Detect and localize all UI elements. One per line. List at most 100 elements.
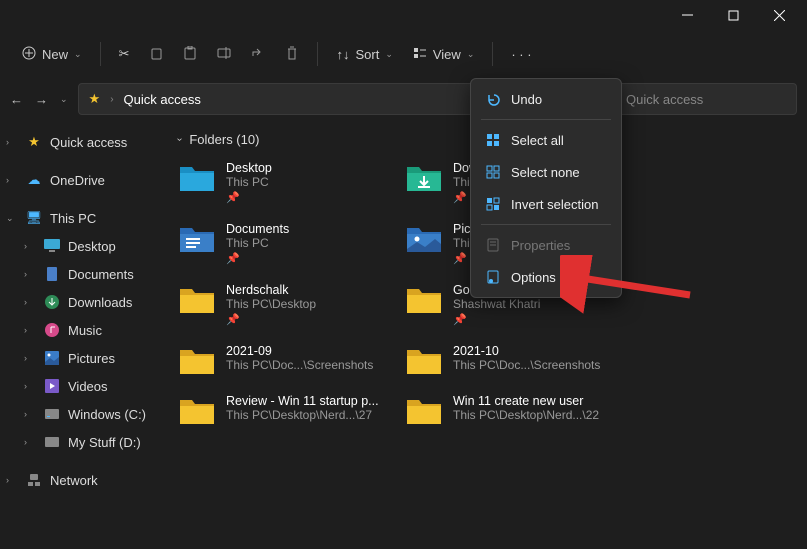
title-bar (0, 0, 807, 30)
pc-icon: 🖥 (26, 210, 42, 226)
sidebar-item-pictures[interactable]: › Pictures (0, 344, 160, 372)
sidebar-item-this-pc[interactable]: ⌄ 🖥 This PC (0, 204, 160, 232)
folder-text: Nerdschalk This PC\Desktop 📌 (226, 283, 316, 326)
paste-button[interactable] (175, 40, 205, 69)
separator (492, 42, 493, 66)
download-icon (44, 294, 60, 310)
chevron-down-icon: ⌄ (6, 213, 18, 224)
folder-item[interactable]: Review - Win 11 startup p... This PC\Des… (178, 394, 403, 426)
ctx-options[interactable]: Options (475, 261, 617, 293)
new-button[interactable]: New ⌄ (14, 40, 90, 69)
recent-dropdown[interactable]: ⌄ (60, 94, 68, 105)
folder-name: Documents (226, 222, 289, 236)
chevron-right-icon: › (24, 297, 36, 307)
more-button[interactable]: · · · (503, 41, 539, 68)
chevron-right-icon: › (24, 381, 36, 391)
folder-path: This PC\Desktop\Nerd...\22 (453, 408, 599, 422)
back-button[interactable]: ← (10, 92, 23, 107)
sidebar-item-videos[interactable]: › Videos (0, 372, 160, 400)
view-icon (413, 46, 427, 63)
nav-arrows: ← → ⌄ (10, 92, 68, 107)
pin-icon: 📌 (226, 313, 316, 326)
search-box[interactable]: Quick access (615, 83, 797, 115)
share-button[interactable] (243, 40, 273, 69)
options-icon (485, 269, 501, 285)
pin-icon: 📌 (453, 313, 540, 326)
sidebar-label: Pictures (68, 351, 115, 366)
folder-path: This PC\Doc...\Screenshots (226, 358, 373, 372)
folder-item[interactable]: Win 11 create new user This PC\Desktop\N… (405, 394, 630, 426)
cloud-icon: ☁ (26, 172, 42, 188)
folder-icon (178, 346, 216, 376)
ctx-select-all[interactable]: Select all (475, 124, 617, 156)
folder-path: Shashwat Khatri (453, 297, 540, 311)
folder-item[interactable]: Nerdschalk This PC\Desktop 📌 (178, 283, 403, 326)
close-button[interactable] (765, 1, 793, 29)
folder-icon (405, 224, 443, 254)
chevron-right-icon: › (24, 437, 36, 447)
sidebar-label: Music (68, 323, 102, 338)
sidebar-item-music[interactable]: › Music (0, 316, 160, 344)
share-icon (251, 46, 265, 63)
sidebar-label: Windows (C:) (68, 407, 146, 422)
folder-text: Documents This PC 📌 (226, 222, 289, 265)
sidebar-item-onedrive[interactable]: › ☁ OneDrive (0, 166, 160, 194)
folder-name: Win 11 create new user (453, 394, 599, 408)
star-icon: ★ (89, 91, 101, 107)
ctx-label: Select none (511, 165, 580, 180)
network-icon (26, 472, 42, 488)
folder-icon (178, 163, 216, 193)
sort-label: Sort (355, 47, 379, 62)
separator (317, 42, 318, 66)
folder-item[interactable]: Desktop This PC 📌 (178, 161, 403, 204)
picture-icon (44, 350, 60, 366)
chevron-down-icon: ⌄ (467, 49, 475, 60)
cut-icon: ✂ (119, 46, 130, 62)
view-button[interactable]: View ⌄ (405, 40, 483, 69)
sidebar-item-quick-access[interactable]: › ★ Quick access (0, 128, 160, 156)
maximize-button[interactable] (719, 1, 747, 29)
drive-icon (44, 434, 60, 450)
sidebar-item-network[interactable]: › Network (0, 466, 160, 494)
delete-button[interactable] (277, 40, 307, 69)
sidebar-item-downloads[interactable]: › Downloads (0, 288, 160, 316)
forward-button[interactable]: → (35, 92, 48, 107)
minimize-button[interactable] (673, 1, 701, 29)
separator (481, 119, 611, 120)
sort-button[interactable]: ↑↓ Sort ⌄ (328, 41, 400, 68)
invert-selection-icon (485, 196, 501, 212)
folder-name: Nerdschalk (226, 283, 316, 297)
chevron-right-icon: › (24, 409, 36, 419)
sidebar-item-desktop[interactable]: › Desktop (0, 232, 160, 260)
copy-button[interactable] (141, 40, 171, 69)
sidebar-item-drive-c[interactable]: › Windows (C:) (0, 400, 160, 428)
folder-icon (405, 346, 443, 376)
search-placeholder: Quick access (626, 92, 703, 107)
sort-icon: ↑↓ (336, 47, 349, 62)
chevron-down-icon: ⌄ (385, 49, 393, 60)
rename-button[interactable] (209, 40, 239, 69)
chevron-right-icon: › (24, 241, 36, 251)
folder-icon (178, 224, 216, 254)
sidebar-item-drive-d[interactable]: › My Stuff (D:) (0, 428, 160, 456)
folder-icon (405, 396, 443, 426)
desktop-icon (44, 238, 60, 254)
folder-item[interactable]: 2021-09 This PC\Doc...\Screenshots (178, 344, 403, 376)
folder-item[interactable]: 2021-10 This PC\Doc...\Screenshots (405, 344, 630, 376)
folder-text: Desktop This PC 📌 (226, 161, 272, 204)
ctx-properties: Properties (475, 229, 617, 261)
folder-item[interactable]: Documents This PC 📌 (178, 222, 403, 265)
toolbar: New ⌄ ✂ ↑↓ Sort ⌄ View ⌄ · · · (0, 30, 807, 78)
cut-button[interactable]: ✂ (111, 40, 138, 68)
ctx-label: Invert selection (511, 197, 598, 212)
folder-icon (178, 285, 216, 315)
trash-icon (285, 46, 299, 63)
ctx-select-none[interactable]: Select none (475, 156, 617, 188)
folder-name: 2021-10 (453, 344, 600, 358)
folder-icon (405, 163, 443, 193)
chevron-down-icon: ⌄ (74, 49, 82, 60)
rename-icon (217, 46, 231, 63)
ctx-undo[interactable]: Undo (475, 83, 617, 115)
sidebar-item-documents[interactable]: › Documents (0, 260, 160, 288)
ctx-invert-selection[interactable]: Invert selection (475, 188, 617, 220)
